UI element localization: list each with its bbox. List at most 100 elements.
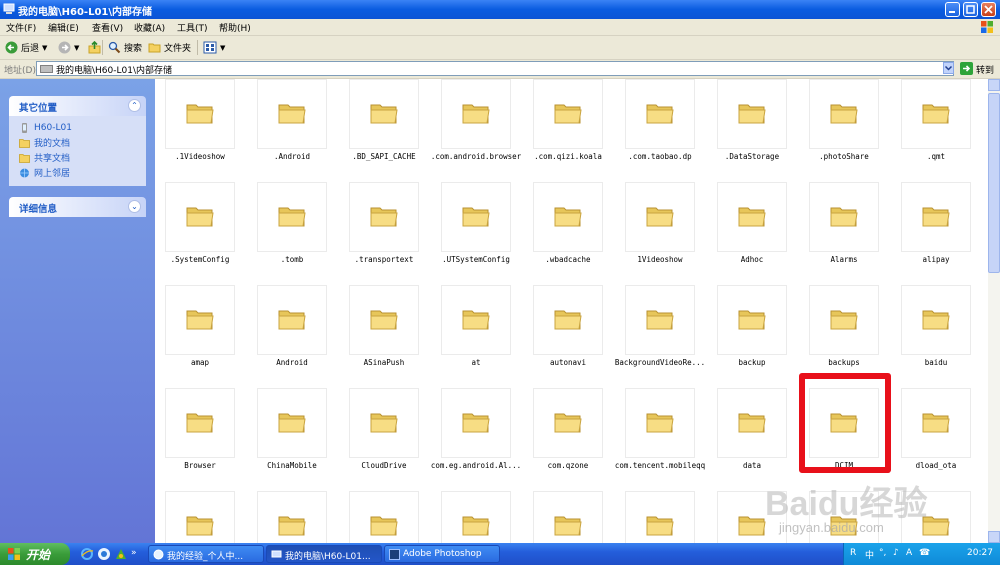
back-button[interactable]: 后退 ▼ [5,40,47,55]
scroll-up-button[interactable] [988,79,1000,91]
folder-item[interactable]: at [438,285,530,385]
folder-item[interactable]: .photoShare [806,79,898,179]
menu-help[interactable]: 帮助(H) [219,21,251,34]
folder-name: .Android [273,152,311,161]
address-dropdown-button[interactable] [943,62,954,74]
folder-item[interactable]: .qmt [898,79,988,179]
go-button[interactable]: 转到 [976,63,994,76]
place-item-shared-documents[interactable]: 共享文档 [19,150,146,165]
folder-icon [462,310,490,330]
address-input[interactable]: 我的电脑\H60-L01\内部存储 [36,61,954,76]
folder-item[interactable]: 1Videoshow [622,182,714,282]
close-button[interactable] [981,2,996,17]
folder-item[interactable]: backup [714,285,806,385]
other-places-header[interactable]: 其它位置 ⌃ [9,96,146,116]
folder-item[interactable]: .com.qizi.koala [530,79,622,179]
go-arrow-icon[interactable] [960,62,973,75]
tray-icon[interactable]: A [906,548,912,558]
folder-item[interactable]: Alarms [806,182,898,282]
search-icon [108,41,121,54]
folder-item[interactable]: .DataStorage [714,79,806,179]
folder-item[interactable]: backups [806,285,898,385]
folder-item[interactable]: dload_ota [898,388,988,488]
forward-button[interactable]: ▼ [58,40,79,55]
views-dropdown-icon[interactable]: ▼ [220,44,225,52]
folder-icon [186,104,214,124]
taskbar-button-browser[interactable]: 我的经验_个人中... [148,545,264,563]
place-item-network[interactable]: 网上邻居 [19,165,146,180]
folder-item[interactable] [254,491,346,543]
quicklaunch-expand-icon[interactable]: » [131,548,137,558]
chevron-up-icon[interactable]: ⌃ [128,99,141,112]
forward-dropdown-icon[interactable]: ▼ [74,44,79,52]
scrollbar-thumb[interactable] [988,93,1000,273]
folder-icon [462,207,490,227]
folder-item[interactable]: ASinaPush [346,285,438,385]
folder-item[interactable]: CloudDrive [346,388,438,488]
taskbar-button-explorer[interactable]: 我的电脑\H60-L01... [266,545,382,563]
maximize-button[interactable] [963,2,978,17]
folder-thumbnail [717,388,787,458]
folder-item[interactable] [622,491,714,543]
folder-thumbnail [257,491,327,543]
folder-name: .wbadcache [545,255,591,264]
folder-item[interactable]: com.tencent.mobileqq [615,388,714,488]
menu-tools[interactable]: 工具(T) [177,21,208,34]
folder-item[interactable]: .1Videoshow [162,79,254,179]
folder-item[interactable]: data [714,388,806,488]
folder-item[interactable]: ChinaMobile [254,388,346,488]
folder-item[interactable]: .wbadcache [530,182,622,282]
folder-item[interactable]: .UTSystemConfig [438,182,530,282]
taskbar-button-label: Adobe Photoshop [403,549,482,559]
taskbar-button-photoshop[interactable]: Adobe Photoshop [384,545,500,563]
up-folder-button[interactable] [88,40,101,55]
folder-item[interactable]: .com.taobao.dp [622,79,714,179]
place-item-device[interactable]: H60-L01 [19,120,146,135]
folder-item[interactable]: Adhoc [714,182,806,282]
menu-edit[interactable]: 编辑(E) [48,21,79,34]
browser-icon[interactable] [97,547,111,561]
media-icon[interactable] [114,547,128,561]
tray-icon[interactable]: °, [879,548,886,558]
minimize-button[interactable] [945,2,960,17]
menu-file[interactable]: 文件(F) [6,21,36,34]
folder-name: dload_ota [915,461,957,470]
folder-item[interactable]: .SystemConfig [162,182,254,282]
tray-icon[interactable]: R [850,548,856,558]
chevron-down-icon[interactable]: ⌄ [128,200,141,213]
folder-item[interactable]: .tomb [254,182,346,282]
search-button[interactable]: 搜索 [108,40,142,55]
folder-item[interactable]: Android [254,285,346,385]
views-button[interactable]: ▼ [203,40,225,55]
folder-icon [278,104,306,124]
folder-item[interactable]: .transportext [346,182,438,282]
tray-ime-icon[interactable]: 中 [865,548,874,561]
folder-item[interactable] [346,491,438,543]
folder-item[interactable]: autonavi [530,285,622,385]
folder-item[interactable]: baidu [898,285,988,385]
details-header[interactable]: 详细信息 ⌄ [9,197,146,217]
ie-icon[interactable] [80,547,94,561]
folder-item[interactable] [162,491,254,543]
vertical-scrollbar[interactable] [988,79,1000,543]
folder-item[interactable]: BackgroundVideoRe... [615,285,714,385]
place-item-my-documents[interactable]: 我的文档 [19,135,146,150]
folder-item[interactable]: .com.android.browser [431,79,530,179]
folder-item[interactable]: amap [162,285,254,385]
start-button[interactable]: 开始 [0,543,70,565]
folder-thumbnail [165,491,235,543]
menu-view[interactable]: 查看(V) [92,21,123,34]
folder-item[interactable] [530,491,622,543]
folder-item[interactable]: .BD_SAPI_CACHE [346,79,438,179]
folder-item[interactable]: alipay [898,182,988,282]
folder-item[interactable]: Browser [162,388,254,488]
tray-volume-icon[interactable]: ♪ [893,548,899,558]
folder-item[interactable]: .Android [254,79,346,179]
tray-icon[interactable]: ☎ [919,548,930,558]
menu-favorites[interactable]: 收藏(A) [134,21,165,34]
back-dropdown-icon[interactable]: ▼ [42,44,47,52]
folder-item[interactable]: com.qzone [530,388,622,488]
folders-button[interactable]: 文件夹 [148,40,191,55]
folder-item[interactable] [438,491,530,543]
folder-item[interactable]: com.eg.android.Al... [431,388,530,488]
